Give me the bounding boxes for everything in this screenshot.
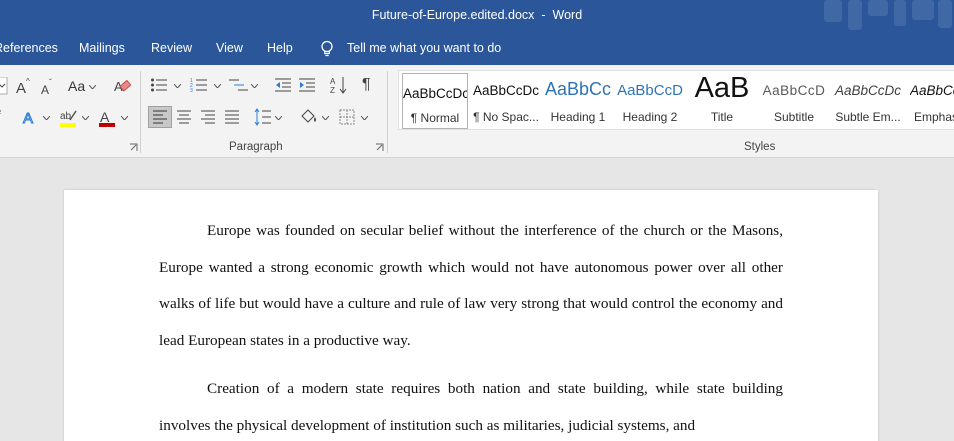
style-subtitle[interactable]: AaBbCcD Subtitle — [761, 71, 827, 129]
multilevel-list-icon[interactable] — [229, 77, 249, 93]
style-name: Heading 1 — [550, 110, 606, 124]
paragraph[interactable]: Europe was founded on secular belief wit… — [159, 213, 783, 360]
style-name: ¶ No Spac... — [473, 110, 539, 124]
grow-font-icon[interactable]: A ^ — [15, 76, 33, 96]
tab-review[interactable]: Review — [151, 41, 192, 55]
svg-text:A: A — [41, 83, 49, 96]
svg-text:A: A — [23, 110, 33, 126]
style-name: Subtitle — [773, 110, 815, 124]
chevron-down-icon[interactable] — [214, 84, 221, 88]
chevron-down-icon[interactable] — [43, 116, 50, 120]
tab-references[interactable]: References — [0, 41, 58, 55]
style-preview: AaBbCcDc — [910, 83, 954, 98]
style-preview: AaBbCcDc — [403, 86, 467, 101]
align-left-icon[interactable] — [148, 106, 172, 128]
tell-me-search[interactable]: Tell me what you want to do — [347, 41, 501, 55]
paragraph-dialog-launcher-icon[interactable] — [375, 143, 384, 152]
svg-text:ˇ: ˇ — [49, 78, 52, 87]
chevron-down-icon[interactable] — [174, 84, 181, 88]
shrink-font-icon[interactable]: A ˇ — [40, 78, 56, 96]
style-no-spacing[interactable]: AaBbCcDc ¶ No Spac... — [473, 71, 539, 129]
sort-icon[interactable]: AZ — [330, 76, 348, 94]
style-preview: AaBbCcDc — [473, 83, 539, 98]
line-spacing-icon[interactable] — [254, 108, 272, 126]
chevron-down-icon[interactable] — [275, 116, 282, 120]
bullets-icon[interactable] — [150, 77, 168, 93]
style-name: Emphas — [914, 110, 954, 124]
chevron-down-icon[interactable] — [89, 85, 96, 89]
styles-gallery: AaBbCcDc ¶ Normal AaBbCcDc ¶ No Spac... … — [398, 70, 954, 130]
title-bar: Future-of-Europe.edited.docx - Word — [0, 0, 954, 33]
group-separator — [387, 71, 388, 153]
svg-text:A: A — [16, 80, 26, 96]
highlight-icon[interactable]: ab — [59, 108, 79, 128]
style-subtle-emphasis[interactable]: AaBbCcDc Subtle Em... — [833, 71, 903, 129]
font-color-swatch — [99, 123, 115, 127]
style-emphasis[interactable]: AaBbCcDc Emphas — [907, 71, 954, 129]
group-separator — [140, 71, 141, 153]
tab-view[interactable]: View — [216, 41, 243, 55]
chevron-down-icon[interactable] — [322, 116, 329, 120]
paragraph-group-label: Paragraph — [229, 141, 283, 153]
font-color-icon[interactable]: A — [98, 108, 116, 128]
tab-help[interactable]: Help — [267, 41, 293, 55]
chevron-down-icon[interactable] — [251, 84, 258, 88]
lightbulb-icon[interactable] — [319, 40, 335, 57]
document-page[interactable]: Europe was founded on secular belief wit… — [64, 190, 878, 441]
style-preview: AaBbCcD — [617, 82, 683, 99]
svg-text:3: 3 — [190, 88, 193, 93]
chevron-down-icon[interactable] — [361, 116, 368, 120]
borders-icon[interactable] — [339, 109, 355, 125]
decrease-indent-icon[interactable] — [274, 77, 292, 93]
svg-text:A: A — [100, 109, 110, 125]
style-preview: AaB — [694, 72, 750, 104]
justify-icon[interactable] — [224, 110, 240, 124]
style-normal[interactable]: AaBbCcDc ¶ Normal — [402, 73, 468, 129]
svg-text:Z: Z — [330, 86, 335, 94]
document-area: Europe was founded on secular belief wit… — [0, 158, 954, 441]
svg-text:ab: ab — [60, 111, 72, 122]
superscript-icon[interactable]: ² — [0, 108, 1, 118]
highlight-color-swatch — [60, 123, 76, 127]
styles-group-label: Styles — [744, 141, 776, 153]
chevron-down-icon[interactable] — [121, 116, 128, 120]
style-name: Heading 2 — [622, 110, 678, 124]
style-preview: AaBbCc — [545, 79, 611, 99]
align-center-icon[interactable] — [176, 110, 192, 124]
window-title: Future-of-Europe.edited.docx - Word — [0, 8, 954, 22]
style-heading-1[interactable]: AaBbCc Heading 1 — [545, 71, 611, 129]
text-effects-icon[interactable]: A — [22, 108, 40, 127]
increase-indent-icon[interactable] — [298, 77, 316, 93]
ribbon-tabs: References Mailings Review View Help Tel… — [0, 33, 954, 65]
tab-mailings[interactable]: Mailings — [79, 41, 125, 55]
change-case-button[interactable]: Aa — [68, 78, 85, 94]
title-separator: - — [541, 8, 546, 22]
numbering-icon[interactable]: 123 — [190, 77, 208, 93]
style-name: Title — [710, 110, 734, 124]
app-name: Word — [552, 8, 583, 22]
style-title[interactable]: AaB Title — [689, 71, 755, 129]
style-name: ¶ Normal — [410, 111, 460, 125]
ribbon-home: A ^ A ˇ Aa A ² A ab A — [0, 65, 954, 158]
font-dialog-launcher-icon[interactable] — [129, 143, 138, 152]
shading-icon[interactable] — [299, 108, 319, 126]
font-size-dropdown[interactable] — [0, 77, 8, 95]
style-name: Subtle Em... — [835, 110, 901, 124]
svg-text:^: ^ — [26, 77, 30, 86]
svg-text:A: A — [330, 77, 336, 86]
chevron-down-icon[interactable] — [82, 116, 89, 120]
style-preview: AaBbCcDc — [834, 83, 902, 98]
clear-formatting-icon[interactable]: A — [114, 77, 132, 95]
paragraph[interactable]: Creation of a modern state requires both… — [159, 371, 783, 441]
style-preview: AaBbCcD — [762, 83, 826, 98]
align-right-icon[interactable] — [200, 110, 216, 124]
document-name: Future-of-Europe.edited.docx — [371, 8, 535, 22]
show-formatting-marks-icon[interactable]: ¶ — [362, 76, 371, 94]
style-heading-2[interactable]: AaBbCcD Heading 2 — [617, 71, 683, 129]
